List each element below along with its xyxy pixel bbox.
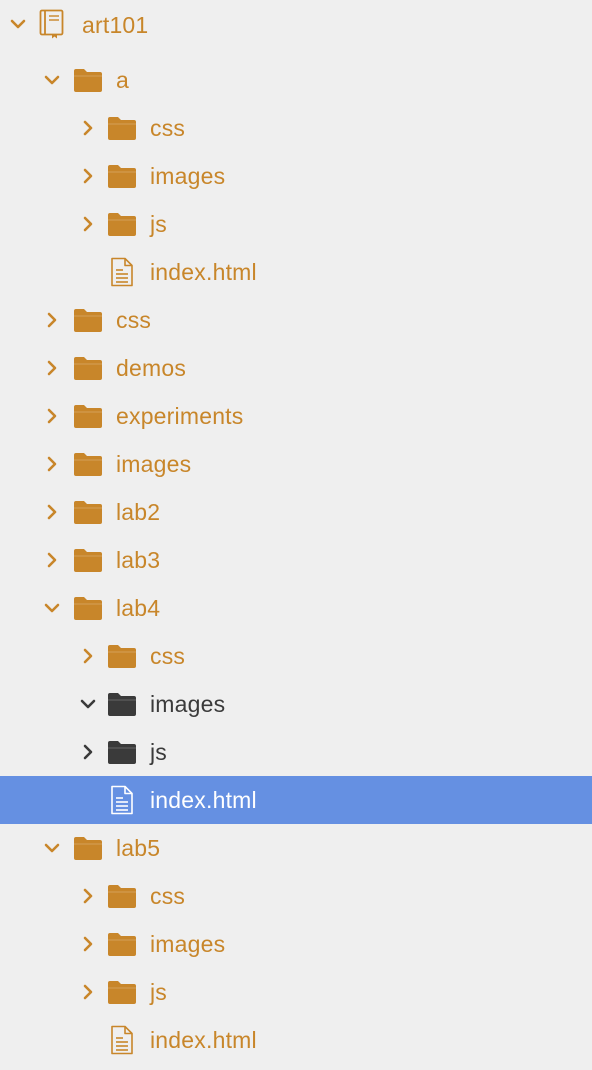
tree-folder-row[interactable]: js bbox=[0, 200, 592, 248]
tree-folder-row[interactable]: css bbox=[0, 104, 592, 152]
chevron-right-icon[interactable] bbox=[78, 214, 98, 234]
folder-icon bbox=[73, 834, 103, 862]
chevron-right-icon[interactable] bbox=[42, 358, 62, 378]
tree-item-label: images bbox=[150, 931, 226, 957]
chevron-right-icon[interactable] bbox=[78, 118, 98, 138]
tree-item-label: images bbox=[116, 451, 192, 477]
tree-item-label: lab5 bbox=[116, 835, 161, 861]
tree-item-label: css bbox=[150, 883, 186, 909]
tree-folder-row[interactable]: js bbox=[0, 968, 592, 1016]
tree-item-label: lab3 bbox=[116, 547, 161, 573]
tree-item-label: css bbox=[116, 307, 152, 333]
chevron-right-icon[interactable] bbox=[42, 550, 62, 570]
chevron-right-icon[interactable] bbox=[42, 406, 62, 426]
folder-icon bbox=[107, 114, 137, 142]
file-document-icon bbox=[107, 257, 137, 287]
tree-folder-row[interactable]: lab4 bbox=[0, 584, 592, 632]
chevron-down-icon[interactable] bbox=[78, 694, 98, 714]
tree-file-row[interactable]: index.html bbox=[0, 1016, 592, 1064]
tree-item-label: js bbox=[150, 739, 168, 765]
tree-folder-row[interactable]: images bbox=[0, 440, 592, 488]
tree-folder-row[interactable]: images bbox=[0, 152, 592, 200]
tree-item-label: css bbox=[150, 115, 186, 141]
tree-folder-row[interactable]: css bbox=[0, 872, 592, 920]
tree-folder-row[interactable]: css bbox=[0, 296, 592, 344]
folder-icon bbox=[107, 930, 137, 958]
tree-item-label: images bbox=[150, 163, 226, 189]
tree-item-label: js bbox=[150, 211, 168, 237]
tree-folder-row[interactable]: lab3 bbox=[0, 536, 592, 584]
tree-item-label: css bbox=[150, 643, 186, 669]
tree-file-row[interactable]: index.html bbox=[0, 248, 592, 296]
tree-item-label: index.html bbox=[150, 1027, 257, 1053]
tree-item-label: index.html bbox=[150, 787, 257, 813]
folder-icon bbox=[73, 306, 103, 334]
chevron-right-icon[interactable] bbox=[78, 934, 98, 954]
chevron-right-icon[interactable] bbox=[78, 886, 98, 906]
tree-folder-row[interactable]: images bbox=[0, 680, 592, 728]
chevron-down-icon[interactable] bbox=[42, 838, 62, 858]
folder-icon bbox=[73, 594, 103, 622]
tree-folder-row[interactable]: a bbox=[0, 56, 592, 104]
tree-file-row[interactable]: index.html bbox=[0, 776, 592, 824]
chevron-down-icon[interactable] bbox=[42, 70, 62, 90]
folder-icon bbox=[73, 546, 103, 574]
tree-folder-row[interactable]: demos bbox=[0, 344, 592, 392]
chevron-right-icon[interactable] bbox=[42, 454, 62, 474]
file-tree: art101 a css images js index.html css demos exp… bbox=[0, 0, 592, 1070]
tree-item-label: lab4 bbox=[116, 595, 161, 621]
tree-item-label: a bbox=[116, 67, 129, 93]
folder-icon bbox=[73, 354, 103, 382]
tree-folder-row[interactable]: images bbox=[0, 920, 592, 968]
folder-icon bbox=[107, 210, 137, 238]
chevron-right-icon[interactable] bbox=[42, 502, 62, 522]
chevron-down-icon[interactable] bbox=[42, 598, 62, 618]
tree-folder-row[interactable]: js bbox=[0, 728, 592, 776]
chevron-right-icon[interactable] bbox=[78, 646, 98, 666]
folder-icon bbox=[107, 162, 137, 190]
folder-icon bbox=[73, 66, 103, 94]
chevron-right-icon[interactable] bbox=[78, 742, 98, 762]
chevron-down-icon[interactable] bbox=[8, 14, 28, 34]
chevron-right-icon[interactable] bbox=[78, 166, 98, 186]
tree-item-label: experiments bbox=[116, 403, 244, 429]
tree-folder-row[interactable]: experiments bbox=[0, 392, 592, 440]
folder-icon bbox=[73, 402, 103, 430]
tree-item-label: lab2 bbox=[116, 499, 161, 525]
tree-item-label: images bbox=[150, 691, 226, 717]
tree-folder-row[interactable]: lab5 bbox=[0, 824, 592, 872]
folder-icon bbox=[107, 978, 137, 1006]
folder-icon bbox=[107, 738, 137, 766]
file-document-icon bbox=[107, 785, 137, 815]
folder-icon bbox=[107, 690, 137, 718]
tree-item-label: js bbox=[150, 979, 168, 1005]
chevron-right-icon[interactable] bbox=[42, 310, 62, 330]
tree-root-label: art101 bbox=[82, 12, 149, 38]
tree-folder-row[interactable]: css bbox=[0, 632, 592, 680]
tree-item-label: demos bbox=[116, 355, 187, 381]
folder-icon bbox=[73, 450, 103, 478]
project-book-icon bbox=[37, 9, 67, 39]
folder-icon bbox=[73, 498, 103, 526]
tree-folder-row[interactable]: lab2 bbox=[0, 488, 592, 536]
tree-item-label: index.html bbox=[150, 259, 257, 285]
folder-icon bbox=[107, 882, 137, 910]
chevron-right-icon[interactable] bbox=[78, 982, 98, 1002]
tree-root-row[interactable]: art101 bbox=[0, 0, 592, 50]
folder-icon bbox=[107, 642, 137, 670]
file-document-icon bbox=[107, 1025, 137, 1055]
